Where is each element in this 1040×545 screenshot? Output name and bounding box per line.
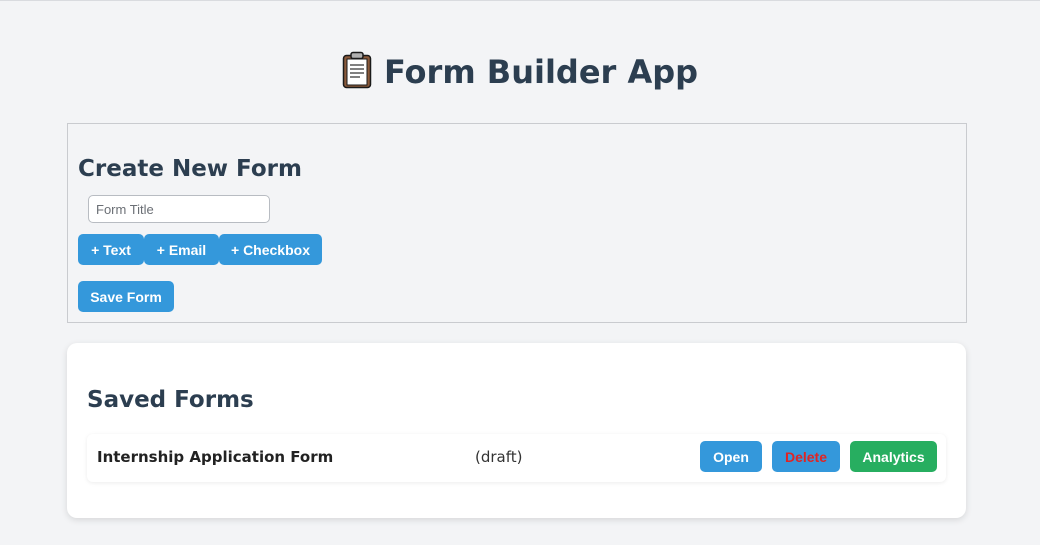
- top-border: [0, 0, 1040, 1]
- form-name: Internship Application Form: [97, 448, 334, 466]
- saved-forms-heading: Saved Forms: [87, 387, 254, 413]
- saved-forms-panel: Saved Forms Internship Application Form …: [67, 343, 966, 518]
- analytics-button[interactable]: Analytics: [850, 441, 937, 472]
- form-status: (draft): [475, 448, 523, 466]
- save-form-button[interactable]: Save Form: [78, 281, 174, 312]
- app-title-text: Form Builder App: [383, 53, 699, 91]
- open-form-button[interactable]: Open: [700, 441, 762, 472]
- page-title: Form Builder App: [0, 48, 1040, 96]
- add-text-field-button[interactable]: + Text: [78, 234, 144, 265]
- delete-form-button[interactable]: Delete: [772, 441, 840, 472]
- clipboard-icon: [342, 51, 372, 89]
- create-form-heading: Create New Form: [78, 156, 302, 182]
- saved-form-row: Internship Application Form (draft) Open…: [87, 434, 946, 482]
- create-form-panel: Create New Form + Text + Email + Checkbo…: [67, 123, 967, 323]
- add-email-field-button[interactable]: + Email: [144, 234, 219, 265]
- form-title-input[interactable]: [88, 195, 270, 223]
- add-checkbox-field-button[interactable]: + Checkbox: [219, 234, 322, 265]
